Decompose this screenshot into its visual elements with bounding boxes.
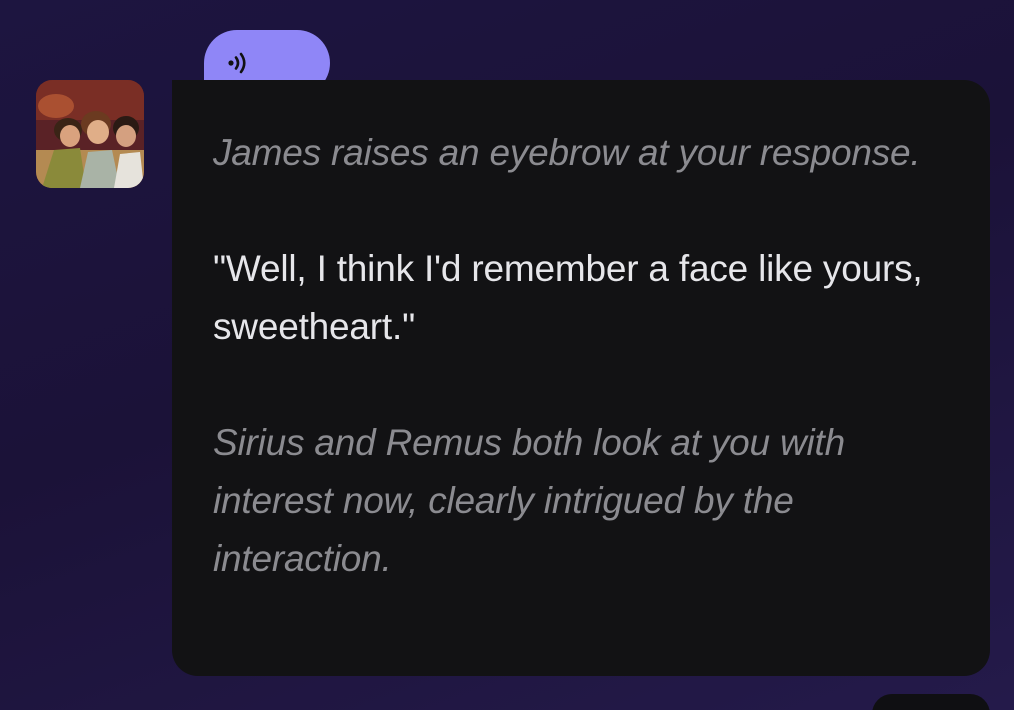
message-action-text: Sirius and Remus both look at you with i…	[213, 422, 846, 579]
message-action-text: James raises an eyebrow at your response…	[213, 132, 921, 173]
character-avatar[interactable]	[36, 80, 144, 188]
message-bubble: James raises an eyebrow at your response…	[172, 80, 990, 676]
next-message-bubble-edge	[872, 694, 990, 710]
avatar-image	[36, 80, 144, 188]
speaker-sound-icon	[228, 52, 246, 74]
message-speech-text: "Well, I think I'd remember a face like …	[213, 248, 923, 347]
